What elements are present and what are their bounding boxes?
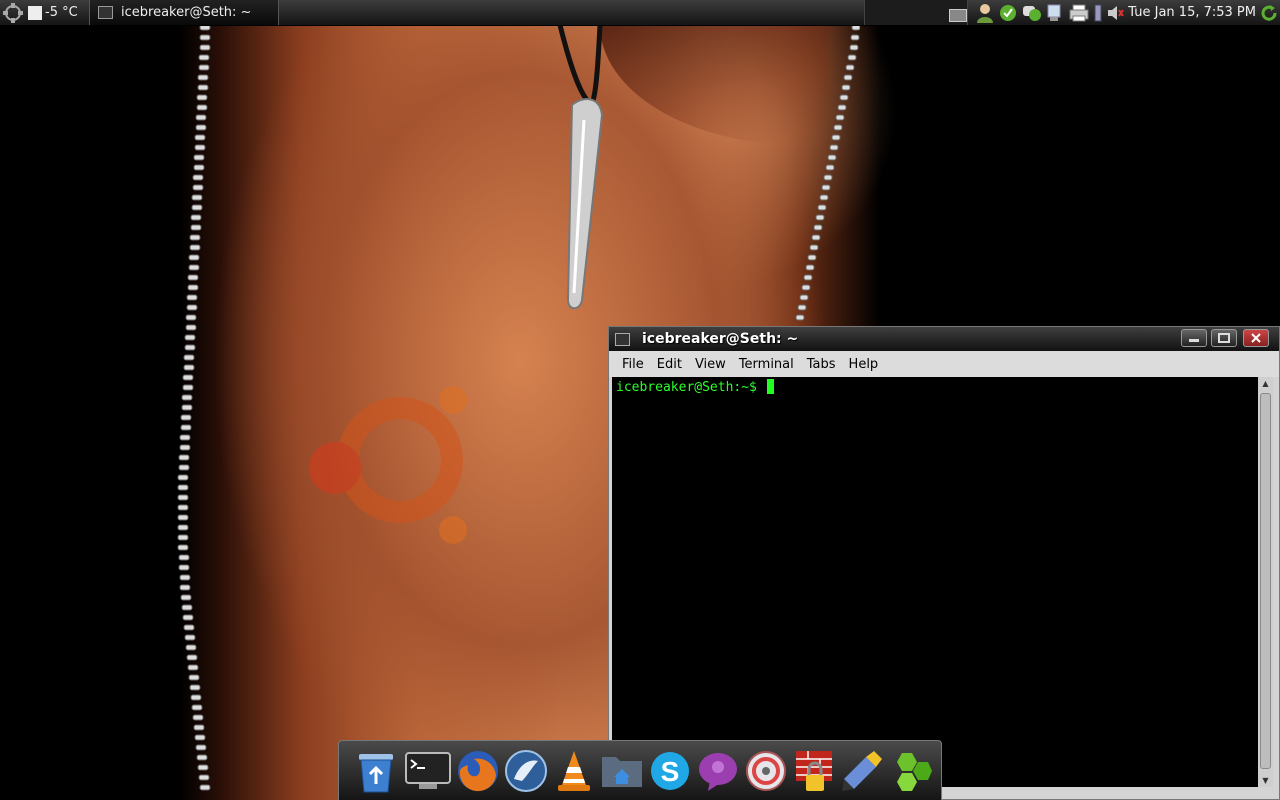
weather-temperature: -5 °C xyxy=(45,5,78,20)
scroll-down-arrow-icon[interactable]: ▼ xyxy=(1258,774,1273,787)
dock: S xyxy=(338,740,942,800)
skype-icon: S xyxy=(651,752,689,790)
menu-help[interactable]: Help xyxy=(849,357,879,372)
menu-file[interactable]: File xyxy=(622,357,644,372)
dock-item-home-folder[interactable] xyxy=(599,747,645,795)
clock[interactable]: Tue Jan 15, 7:53 PM xyxy=(1126,0,1256,25)
terminal-icon xyxy=(615,332,630,346)
workspace-window-thumbnail xyxy=(949,9,967,22)
terminal-window[interactable]: icebreaker@Seth: ~ File Edit View Termin… xyxy=(608,326,1280,800)
recycle-bin-icon xyxy=(359,754,393,793)
update-notifier[interactable] xyxy=(1258,0,1280,25)
menu-view[interactable]: View xyxy=(695,357,726,372)
ubuntu-logo xyxy=(309,386,467,544)
chat-bubble-icon xyxy=(699,753,737,791)
network-icon[interactable] xyxy=(1046,3,1064,23)
workspace-switcher[interactable] xyxy=(864,0,968,25)
wallpaper-pendant xyxy=(557,25,604,310)
window-titlebar[interactable]: icebreaker@Seth: ~ xyxy=(609,327,1279,351)
volume-mute-icon[interactable] xyxy=(1106,3,1124,23)
chat-icon[interactable] xyxy=(1022,3,1042,23)
close-icon xyxy=(1251,333,1261,343)
menu-edit[interactable]: Edit xyxy=(657,357,682,372)
shell-prompt-line: icebreaker@Seth:~$ xyxy=(616,379,774,395)
dock-item-songbird[interactable] xyxy=(503,747,549,795)
menu-terminal[interactable]: Terminal xyxy=(739,357,794,372)
close-button[interactable] xyxy=(1243,329,1269,347)
dock-item-trash[interactable] xyxy=(353,747,399,795)
weather-cloud-icon xyxy=(3,2,23,23)
disc-burner-icon xyxy=(746,751,786,791)
workspace-2[interactable] xyxy=(915,0,967,25)
system-tray xyxy=(976,0,1126,25)
taskbar-terminal-button[interactable]: icebreaker@Seth: ~ xyxy=(89,0,279,25)
pidgin-status-icon[interactable] xyxy=(998,3,1018,23)
user-icon[interactable] xyxy=(976,3,994,23)
weather-applet[interactable]: -5 °C xyxy=(0,0,84,25)
taskbar-window-title: icebreaker@Seth: ~ xyxy=(121,5,252,20)
hexagon-app-icon xyxy=(897,753,932,791)
vertical-scrollbar[interactable]: ▲ ▼ xyxy=(1258,377,1273,787)
refresh-icon xyxy=(1261,4,1277,21)
dock-item-skype[interactable]: S xyxy=(647,747,693,795)
firefox-icon xyxy=(458,751,498,792)
text-cursor xyxy=(766,379,774,394)
dock-item-firefox[interactable] xyxy=(455,747,501,795)
maximize-button[interactable] xyxy=(1211,329,1237,347)
scrollbar-thumb[interactable] xyxy=(1260,393,1271,769)
maximize-icon xyxy=(1218,333,1230,343)
printer-icon[interactable] xyxy=(1068,3,1090,23)
minimize-button[interactable] xyxy=(1181,329,1207,347)
terminal-output[interactable]: icebreaker@Seth:~$ xyxy=(612,377,1258,787)
wallpaper-zipper-left xyxy=(177,25,211,791)
shell-prompt: icebreaker@Seth:~$ xyxy=(616,380,765,395)
text-editor-icon xyxy=(842,751,882,791)
top-panel: -5 °C icebreaker@Seth: ~ Tue Jan 15, 7:5… xyxy=(0,0,1280,26)
dock-item-brasero[interactable] xyxy=(743,747,789,795)
vlc-cone-icon xyxy=(558,751,590,791)
dock-item-terminal[interactable] xyxy=(405,747,451,795)
wallpaper-zipper-right xyxy=(795,25,860,321)
menu-tabs[interactable]: Tabs xyxy=(807,357,836,372)
weather-square-icon xyxy=(28,5,42,20)
menubar: File Edit View Terminal Tabs Help xyxy=(609,351,1279,377)
battery-icon[interactable] xyxy=(1094,3,1102,23)
terminal-icon xyxy=(98,6,113,19)
terminal-icon xyxy=(405,752,451,789)
music-player-icon xyxy=(505,750,547,792)
window-title: icebreaker@Seth: ~ xyxy=(642,331,799,347)
scroll-up-arrow-icon[interactable]: ▲ xyxy=(1258,377,1273,390)
dock-item-empathy[interactable] xyxy=(695,747,741,795)
firewall-lock-icon xyxy=(796,751,832,791)
home-folder-icon xyxy=(602,757,642,787)
dock-item-hexagons[interactable] xyxy=(887,747,933,795)
workspace-1[interactable] xyxy=(865,0,915,25)
svg-text:S: S xyxy=(661,756,680,787)
dock-item-vlc[interactable] xyxy=(551,747,597,795)
dock-item-gedit[interactable] xyxy=(839,747,885,795)
minimize-icon xyxy=(1189,339,1199,342)
dock-item-firestarter[interactable] xyxy=(791,747,837,795)
